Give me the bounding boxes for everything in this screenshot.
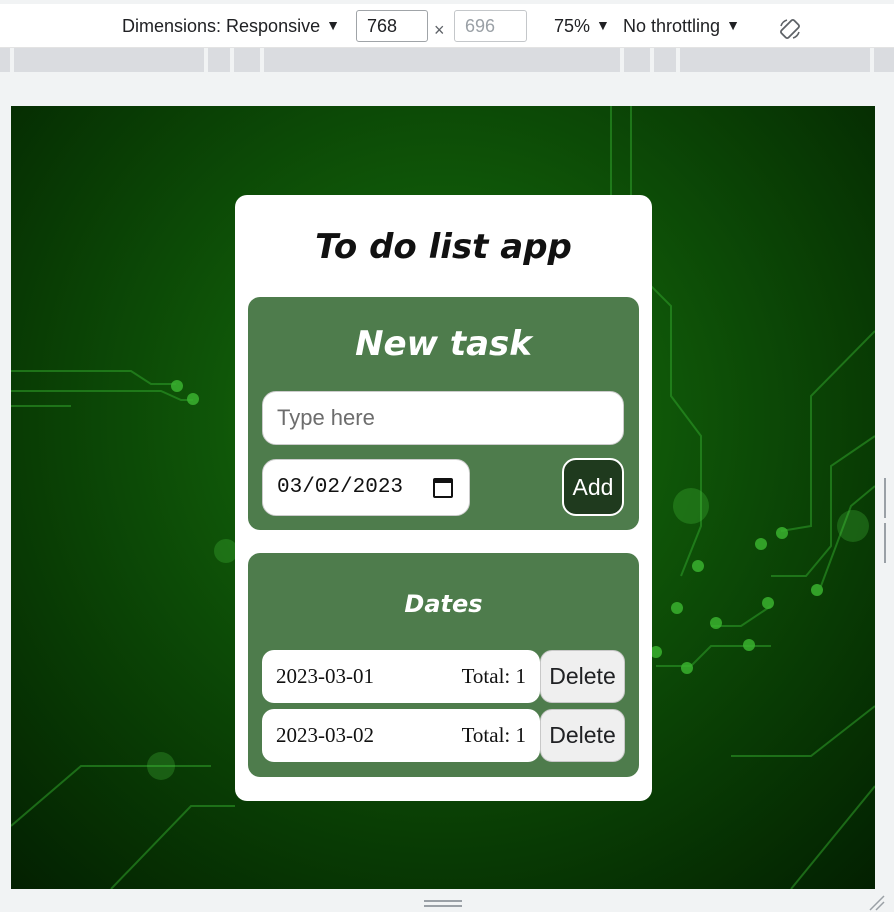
- ruler-segment[interactable]: [624, 48, 650, 72]
- date-label: 2023-03-01: [276, 664, 374, 688]
- ruler-segment[interactable]: [264, 48, 620, 72]
- times-icon: ×: [434, 20, 445, 40]
- width-input[interactable]: [356, 10, 428, 42]
- ruler-segment[interactable]: [234, 48, 260, 72]
- caret-down-icon: ▼: [596, 17, 610, 33]
- resize-handle-right[interactable]: [884, 478, 890, 563]
- ruler-segment[interactable]: [680, 48, 870, 72]
- app-title: To do list app: [315, 227, 572, 267]
- list-item: 2023-03-02 Total: 1: [262, 709, 540, 762]
- throttling-label: No throttling: [623, 16, 721, 36]
- task-input[interactable]: [262, 391, 624, 445]
- device-toolbar: Dimensions: Responsive ▼ × 75% ▼ No thrott…: [0, 0, 894, 48]
- dimensions-label: Dimensions: Responsive: [122, 16, 321, 36]
- date-input[interactable]: 03/02/2023: [262, 459, 470, 516]
- total-label: Total: 1: [461, 723, 526, 747]
- dates-heading: Dates: [404, 590, 483, 618]
- list-item: 2023-03-01 Total: 1: [262, 650, 540, 703]
- new-task-heading: New task: [355, 324, 532, 364]
- caret-down-icon: ▼: [726, 17, 740, 33]
- media-query-ruler: [0, 48, 894, 72]
- caret-down-icon: ▼: [326, 17, 340, 33]
- add-button[interactable]: Add: [562, 458, 624, 516]
- height-input[interactable]: [454, 10, 527, 42]
- zoom-label: 75%: [554, 16, 591, 36]
- resize-corner-icon[interactable]: [866, 892, 886, 912]
- total-label: Total: 1: [461, 664, 526, 688]
- delete-button[interactable]: Delete: [540, 650, 625, 703]
- todo-card: To do list app New task 03/02/2023 Add D…: [235, 195, 652, 801]
- date-value: 03/02/2023: [277, 476, 404, 499]
- date-label: 2023-03-02: [276, 723, 374, 747]
- rotate-icon[interactable]: [778, 17, 802, 41]
- zoom-dropdown[interactable]: 75% ▼: [554, 16, 610, 37]
- dimensions-dropdown[interactable]: Dimensions: Responsive ▼: [122, 16, 340, 37]
- resize-handle-bottom[interactable]: [424, 900, 462, 908]
- calendar-icon[interactable]: [433, 478, 453, 498]
- delete-button[interactable]: Delete: [540, 709, 625, 762]
- new-task-panel: New task 03/02/2023 Add: [248, 297, 639, 530]
- ruler-segment[interactable]: [0, 48, 10, 72]
- throttling-dropdown[interactable]: No throttling ▼: [623, 16, 740, 37]
- ruler-segment[interactable]: [208, 48, 230, 72]
- device-viewport: To do list app New task 03/02/2023 Add D…: [11, 106, 875, 889]
- ruler-segment[interactable]: [654, 48, 676, 72]
- dates-panel: Dates 2023-03-01 Total: 1 Delete 2023-03…: [248, 553, 639, 777]
- ruler-segment[interactable]: [874, 48, 894, 72]
- ruler-segment[interactable]: [14, 48, 204, 72]
